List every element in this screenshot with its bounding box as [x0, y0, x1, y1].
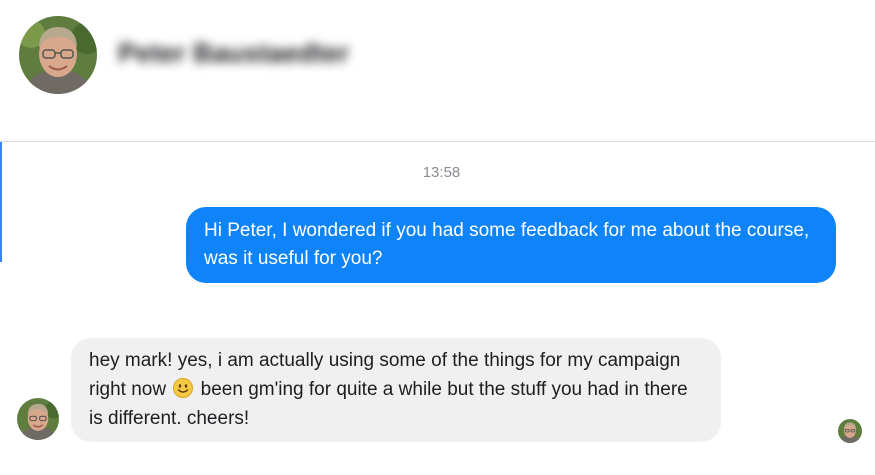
outgoing-message-bubble[interactable]: Hi Peter, I wondered if you had some fee…: [186, 207, 836, 283]
slightly-smiling-face-icon: [173, 378, 194, 398]
user-photo-icon: [17, 398, 59, 440]
user-photo-icon: [19, 16, 97, 94]
message-timestamp: 13:58: [422, 164, 461, 181]
incoming-message-bubble[interactable]: hey mark! yes, i am actually using some …: [71, 338, 721, 442]
outgoing-message-text: Hi Peter, I wondered if you had some fee…: [204, 220, 810, 269]
focus-indicator: [0, 142, 2, 262]
conversation-header: Peter Baustaedter: [0, 0, 875, 142]
user-photo-icon: [838, 419, 862, 443]
read-receipt-avatar: [838, 419, 862, 443]
sender-avatar[interactable]: [17, 398, 59, 440]
header-divider: [0, 141, 875, 142]
contact-avatar[interactable]: [19, 16, 97, 94]
contact-name[interactable]: Peter Baustaedter: [118, 38, 349, 69]
